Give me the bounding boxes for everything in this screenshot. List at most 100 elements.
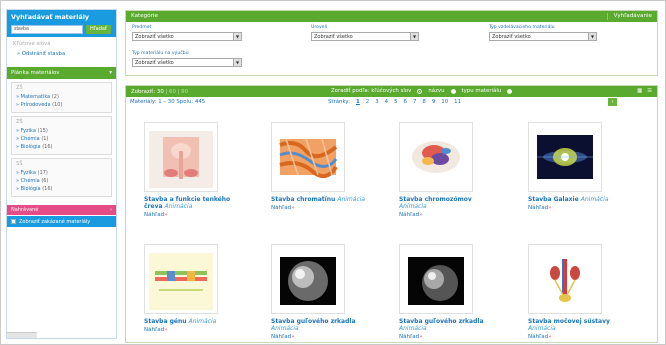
group-title: ZŠ	[16, 119, 23, 125]
card-thumbnail[interactable]	[271, 122, 345, 192]
filter-label: Typ vzdelávacieho materiálu	[489, 25, 555, 30]
card-thumbnail[interactable]	[144, 244, 218, 314]
group-item[interactable]: » Prírodoveda (10)	[16, 101, 107, 109]
card-title[interactable]: Stavba guľového zrkadla Animácia	[271, 318, 371, 333]
plan-group: ZŠ » Fyzika (15) » Chémia (1) » Biológia…	[11, 116, 112, 155]
preview-icon: »	[291, 204, 295, 211]
page-link[interactable]: 10	[441, 99, 448, 105]
group-item[interactable]: » Biológia (16)	[16, 185, 107, 193]
group-item-count: (17)	[37, 170, 48, 176]
level-select[interactable]: Zobraziť všetko ▼	[311, 32, 419, 41]
uploaded-bar[interactable]: Nahrávané ›	[7, 205, 116, 215]
preview-link[interactable]: Náhľad»	[528, 334, 628, 340]
card-type: Animácia	[580, 196, 609, 203]
group-item[interactable]: » Fyzika (15)	[16, 127, 107, 135]
search-input[interactable]	[11, 24, 83, 34]
group-item-count: (16)	[42, 144, 53, 150]
subject-select[interactable]: Zobraziť všetko ▼	[132, 32, 242, 41]
card-title[interactable]: Stavba guľového zrkadla Animácia	[399, 318, 499, 333]
page-link[interactable]: 9	[432, 99, 435, 105]
card-type: Animácia	[399, 202, 427, 210]
result-count: Materiály: 1 – 30 Spolu: 445	[130, 99, 206, 105]
show-option-30[interactable]: 30	[157, 89, 164, 95]
sort-type-radio[interactable]	[507, 88, 513, 94]
urinary-system-image	[533, 253, 597, 310]
page-link[interactable]: 7	[413, 99, 416, 105]
edu-type-select[interactable]: Zobraziť všetko ▼	[489, 32, 597, 41]
group-item-count: (15)	[37, 128, 48, 134]
preview-link[interactable]: Náhľad»	[144, 212, 244, 218]
card-thumbnail[interactable]	[528, 244, 602, 314]
grid-view-icon[interactable]: ▦	[637, 88, 642, 94]
show-disabled-label: Zobraziť zakázané materiály	[19, 218, 91, 225]
search-button[interactable]: Hľadať	[86, 24, 111, 34]
teaching-type-select[interactable]: Zobraziť všetko ▼	[132, 58, 242, 67]
preview-link[interactable]: Náhľad»	[528, 205, 628, 211]
page-link[interactable]: 11	[454, 99, 461, 105]
preview-label: Náhľad	[271, 333, 292, 340]
page-link[interactable]: 2	[366, 99, 369, 105]
preview-link[interactable]: Náhľad»	[271, 205, 371, 211]
pages-label: Stránky:	[328, 99, 351, 105]
group-title: ZŠ	[16, 85, 23, 91]
checkbox[interactable]	[11, 219, 16, 224]
group-item[interactable]: » Fyzika (17)	[16, 169, 107, 177]
page-link[interactable]: 3	[375, 99, 378, 105]
select-value: Zobraziť všetko	[492, 34, 531, 40]
card-type: Animácia	[399, 324, 427, 332]
card-title[interactable]: Stavba a funkcie tenkého čreva Animácia	[144, 196, 244, 211]
preview-label: Náhľad	[528, 204, 549, 211]
show-option-60[interactable]: 60	[169, 89, 176, 95]
page-link[interactable]: 6	[404, 99, 407, 105]
chevron-down-icon: ▼	[410, 33, 418, 40]
group-item-count: (10)	[52, 102, 63, 108]
preview-link[interactable]: Náhľad»	[399, 212, 499, 218]
card-thumbnail[interactable]	[144, 122, 218, 192]
sort-name-radio[interactable]	[450, 88, 456, 94]
card-title[interactable]: Stavba chromatínu Animácia	[271, 196, 371, 204]
card-title[interactable]: Stavba Galaxie Animácia	[528, 196, 628, 204]
search-link[interactable]: Vyhľadávanie	[606, 13, 652, 20]
group-item[interactable]: » Chémia (6)	[16, 177, 107, 185]
group-item-count: (16)	[42, 186, 53, 192]
preview-link[interactable]: Náhľad»	[271, 334, 371, 340]
chromatin-image	[276, 131, 340, 188]
show-label: Zobraziť:	[131, 88, 156, 95]
card-thumbnail[interactable]	[399, 244, 473, 314]
sort-keywords-radio[interactable]	[417, 88, 423, 94]
card-title[interactable]: Stavba močovej sústavy Animácia	[528, 318, 628, 333]
group-item-label: Fyzika	[20, 170, 36, 176]
page-link[interactable]: 5	[394, 99, 397, 105]
group-item[interactable]: » Matematika (2)	[16, 93, 107, 101]
keyword-remove-link[interactable]: » Odstrániť stavba	[7, 49, 116, 59]
preview-link[interactable]: Náhľad»	[144, 327, 244, 333]
card-thumbnail[interactable]	[399, 122, 473, 192]
chromosome-image	[404, 131, 468, 188]
card-title-text: Stavba génu	[144, 318, 187, 325]
group-item[interactable]: » Chémia (1)	[16, 135, 107, 143]
show-disabled-toggle[interactable]: Zobraziť zakázané materiály	[7, 216, 116, 227]
next-page-button[interactable]: ›	[608, 98, 617, 106]
card-thumbnail[interactable]	[528, 122, 602, 192]
preview-link[interactable]: Náhľad»	[399, 334, 499, 340]
preview-icon: »	[164, 326, 168, 333]
plan-title: Plánka materiálov	[11, 70, 60, 76]
sidebar: Vyhľadávať materiály Hľadať Kľúčové slov…	[6, 9, 117, 339]
card-title[interactable]: Stavba chromozómov Animácia	[399, 196, 499, 211]
plan-header[interactable]: Plánka materiálov ▾	[7, 67, 116, 79]
keyword-label: Odstrániť stavba	[21, 51, 66, 57]
page-link[interactable]: 8	[422, 99, 425, 105]
card-thumbnail[interactable]	[271, 244, 345, 314]
view-switch: ▦ ☰	[637, 88, 652, 94]
list-view-icon[interactable]: ☰	[647, 88, 652, 94]
horizontal-scrollbar[interactable]	[7, 332, 37, 338]
card-title[interactable]: Stavba génu Animácia	[144, 318, 244, 326]
mirror-image	[408, 257, 464, 305]
page-link[interactable]: 1	[356, 99, 360, 105]
page-link[interactable]: 4	[385, 99, 388, 105]
group-item-count: (6)	[41, 178, 49, 184]
keywords-title: Kľúčové slová	[13, 41, 51, 47]
show-option-90[interactable]: 90	[181, 89, 188, 95]
group-item[interactable]: » Biológia (16)	[16, 143, 107, 151]
result-card: Stavba chromozómov Animácia Náhľad»	[399, 122, 499, 218]
